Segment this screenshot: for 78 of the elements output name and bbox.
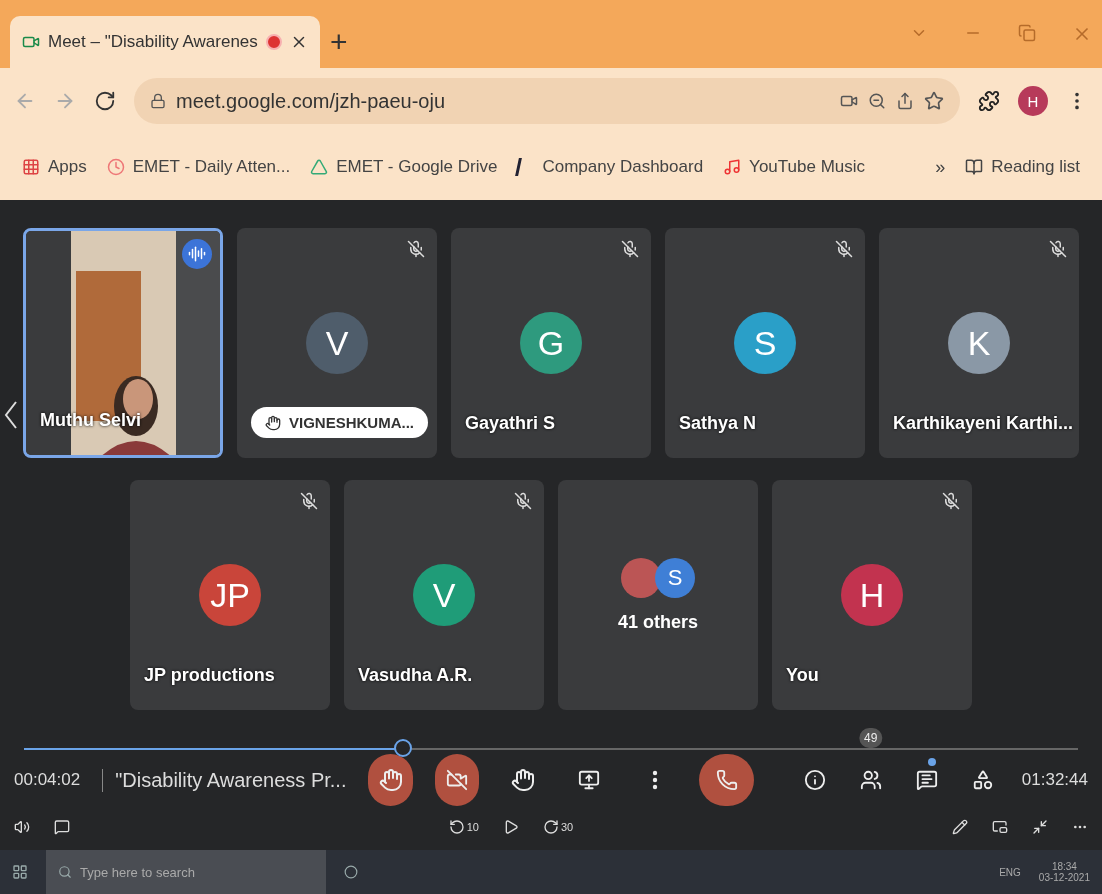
participant-name: VIGNESHKUMA... bbox=[251, 407, 428, 438]
address-bar[interactable]: meet.google.com/jzh-paeu-oju bbox=[134, 78, 960, 124]
people-icon bbox=[859, 769, 882, 791]
bookmark[interactable]: EMET - Daily Atten... bbox=[106, 157, 291, 177]
play-icon[interactable] bbox=[503, 819, 519, 835]
browser-tab[interactable]: Meet – "Disability Awarenes bbox=[10, 16, 320, 68]
hand-icon bbox=[265, 414, 281, 431]
more-bookmarks[interactable]: » bbox=[935, 156, 946, 178]
previous-icon[interactable] bbox=[4, 400, 18, 430]
participant-name: JP productions bbox=[144, 665, 275, 686]
present-icon bbox=[578, 769, 601, 791]
exit-fullscreen-icon[interactable] bbox=[1032, 819, 1048, 835]
phone-icon bbox=[715, 769, 738, 791]
bookmark[interactable]: Company Dashboard bbox=[517, 157, 704, 177]
profile-avatar[interactable]: H bbox=[1018, 86, 1048, 116]
captions-icon[interactable] bbox=[54, 819, 70, 835]
participant-name: Sathya N bbox=[679, 413, 757, 434]
hand-button[interactable] bbox=[368, 754, 413, 806]
tab-title: Meet – "Disability Awarenes bbox=[48, 32, 258, 52]
avatar: V bbox=[306, 312, 368, 374]
rewind-icon bbox=[448, 819, 465, 835]
lock-icon bbox=[150, 93, 166, 109]
bookmark[interactable]: Apps bbox=[22, 157, 87, 177]
avatar: JP bbox=[199, 564, 261, 626]
music-icon bbox=[723, 158, 742, 176]
duration: 01:32:44 bbox=[1021, 770, 1088, 790]
camera-off-button[interactable] bbox=[434, 754, 479, 806]
reload-icon[interactable] bbox=[94, 90, 116, 112]
volume-icon[interactable] bbox=[14, 819, 30, 835]
start-icon[interactable] bbox=[12, 864, 28, 880]
bookmark[interactable]: EMET - Google Drive bbox=[310, 157, 498, 177]
chat-icon bbox=[915, 769, 938, 791]
star-icon[interactable] bbox=[924, 91, 944, 111]
extensions-icon[interactable] bbox=[978, 90, 1000, 112]
search-icon bbox=[58, 865, 72, 879]
info-icon bbox=[803, 769, 826, 791]
avatar: K bbox=[948, 312, 1010, 374]
clock-icon bbox=[106, 158, 125, 176]
seek-handle[interactable] bbox=[394, 739, 413, 757]
search-field[interactable]: Type here to search bbox=[46, 850, 326, 894]
language-indicator[interactable]: ENG bbox=[999, 866, 1021, 878]
participant-name: Vasudha A.R. bbox=[358, 665, 473, 686]
search-placeholder: Type here to search bbox=[80, 864, 195, 880]
mini-player-icon[interactable] bbox=[992, 819, 1008, 835]
hand-icon bbox=[510, 768, 535, 792]
pen-icon[interactable] bbox=[952, 819, 968, 835]
cortana-icon[interactable] bbox=[344, 865, 358, 879]
elapsed-time: 00:04:02 bbox=[14, 770, 81, 790]
more-icon bbox=[652, 770, 659, 790]
bookmark[interactable]: YouTube Music bbox=[723, 157, 866, 177]
participant-name: Karthikayeni Karthi... bbox=[893, 413, 1074, 434]
camera-off-icon bbox=[445, 769, 468, 791]
reading-list-icon bbox=[965, 158, 984, 176]
participant-name: You bbox=[786, 665, 819, 686]
meeting-title: "Disability Awareness Pr... bbox=[102, 768, 347, 792]
share-icon[interactable] bbox=[896, 92, 914, 110]
participant-name: Gayathri S bbox=[465, 413, 556, 434]
participant-name: 41 others bbox=[617, 611, 698, 633]
people-count: 49 bbox=[859, 728, 883, 748]
avatar: S bbox=[734, 312, 796, 374]
rewind-button[interactable]: 10 bbox=[448, 819, 479, 835]
avatar: S bbox=[655, 557, 695, 598]
avatar: V bbox=[413, 564, 475, 626]
hand-icon bbox=[378, 768, 403, 792]
avatar: H bbox=[841, 564, 903, 626]
end-call-button[interactable] bbox=[699, 754, 754, 806]
url-text: meet.google.com/jzh-paeu-oju bbox=[176, 89, 447, 113]
notification-dot bbox=[927, 758, 936, 766]
zoom-icon[interactable] bbox=[868, 92, 886, 110]
triangle-icon bbox=[310, 158, 329, 176]
shapes-icon bbox=[971, 769, 994, 791]
avatar: G bbox=[520, 312, 582, 374]
forward-button[interactable]: 30 bbox=[543, 819, 574, 835]
new-tab-button[interactable]: + bbox=[330, 16, 348, 68]
forward-icon bbox=[543, 819, 559, 835]
clock[interactable]: 18:34 03-12-2021 bbox=[1038, 861, 1090, 883]
apps-icon bbox=[22, 158, 40, 176]
reading-list[interactable]: Reading list bbox=[965, 157, 1080, 177]
